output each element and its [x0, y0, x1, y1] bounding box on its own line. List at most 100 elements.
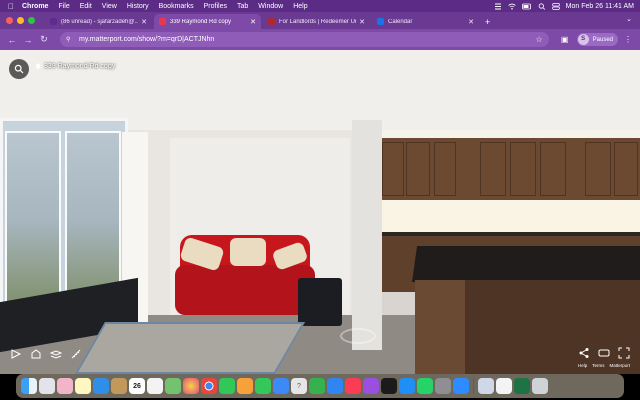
excel-icon[interactable]	[514, 378, 530, 394]
menu-bookmarks[interactable]: Bookmarks	[159, 3, 194, 10]
dollhouse-icon[interactable]	[30, 348, 42, 360]
launchpad-icon[interactable]	[39, 378, 55, 394]
icloud-icon[interactable]	[273, 378, 289, 394]
app-store-icon[interactable]	[399, 378, 415, 394]
floorplan-layers-icon[interactable]	[50, 348, 62, 360]
vr-icon[interactable]	[598, 347, 610, 359]
photos-icon[interactable]	[183, 378, 199, 394]
chrome-icon[interactable]	[201, 378, 217, 394]
menu-help[interactable]: Help	[293, 3, 307, 10]
menu-history[interactable]: History	[127, 3, 149, 10]
help-icon[interactable]: ?	[291, 378, 307, 394]
maps-icon[interactable]	[165, 378, 181, 394]
search-icon	[14, 64, 24, 74]
reload-button[interactable]: ↻	[38, 34, 50, 45]
close-tab-icon[interactable]: ✕	[359, 18, 365, 26]
messages-icon[interactable]	[255, 378, 271, 394]
tv-icon[interactable]	[381, 378, 397, 394]
area-rug	[74, 322, 306, 374]
tab-calendar[interactable]: Calendar ✕	[372, 14, 479, 29]
trash-icon[interactable]	[532, 378, 548, 394]
fullscreen-icon[interactable]	[618, 347, 630, 359]
menu-file[interactable]: File	[58, 3, 69, 10]
mp-search-button[interactable]	[9, 59, 29, 79]
reminders-icon[interactable]	[147, 378, 163, 394]
profile-button[interactable]: S Paused	[576, 33, 618, 46]
mp-footer-links: Help Terms Matterport	[578, 363, 630, 368]
tab-title: For Landlords | Redeemer Un...	[279, 18, 357, 25]
notes-doc-icon[interactable]	[496, 378, 512, 394]
keynote-icon[interactable]	[327, 378, 343, 394]
help-link[interactable]: Help	[578, 363, 587, 368]
navigation-cursor-ring[interactable]	[340, 328, 376, 344]
dock-separator	[473, 378, 474, 394]
menu-window[interactable]: Window	[258, 3, 283, 10]
matterport-viewer[interactable]: 339 Raymond Rd copy Help Terms Matterpor…	[0, 50, 640, 374]
matterport-logo-link[interactable]: Matterport	[609, 363, 630, 368]
tab-search-chevron-icon[interactable]: ⌄	[626, 15, 632, 23]
menu-edit[interactable]: Edit	[80, 3, 92, 10]
terms-link[interactable]: Terms	[592, 363, 604, 368]
forward-button[interactable]: →	[22, 35, 34, 45]
more-menu-icon[interactable]: ⋮	[622, 35, 634, 44]
safari-icon[interactable]	[93, 378, 109, 394]
space-title[interactable]: 339 Raymond Rd copy	[35, 63, 115, 70]
window-controls	[6, 12, 35, 29]
arrows-status-icon[interactable]	[494, 3, 502, 10]
close-window-button[interactable]	[6, 17, 13, 24]
back-button[interactable]: ←	[6, 35, 18, 45]
profile-avatar: S	[577, 34, 589, 45]
island-side	[415, 280, 465, 374]
zoom-icon[interactable]	[453, 378, 469, 394]
tab-landlords[interactable]: For Landlords | Redeemer Un... ✕	[263, 14, 370, 29]
new-tab-button[interactable]: +	[485, 14, 490, 29]
minimize-window-button[interactable]	[17, 17, 24, 24]
menubar-clock[interactable]: Mon Feb 26 11:41 AM	[566, 3, 634, 10]
share-icon[interactable]	[578, 347, 590, 359]
upper-cabinets	[380, 138, 640, 200]
numbers-icon[interactable]	[309, 378, 325, 394]
menu-app-name[interactable]: Chrome	[22, 3, 48, 10]
search-spotlight-icon[interactable]	[538, 2, 546, 10]
tab-gmail[interactable]: (86 unread) - sjafarzadeh@... ✕	[45, 14, 152, 29]
facetime-icon[interactable]	[219, 378, 235, 394]
macos-dock: 26 ?	[16, 374, 624, 398]
calendar-favicon-icon	[377, 18, 384, 25]
apple-menu-icon[interactable]: 	[6, 2, 16, 11]
battery-icon[interactable]	[521, 3, 532, 10]
control-center-icon[interactable]	[551, 2, 560, 10]
music-icon[interactable]	[345, 378, 361, 394]
close-tab-icon[interactable]: ✕	[250, 18, 256, 26]
pages-icon[interactable]	[237, 378, 253, 394]
mp-view-tools	[10, 348, 82, 360]
wifi-icon[interactable]	[507, 3, 516, 10]
close-tab-icon[interactable]: ✕	[468, 18, 474, 26]
zoom-window-button[interactable]	[28, 17, 35, 24]
finder-icon[interactable]	[21, 378, 37, 394]
pillow	[230, 238, 266, 266]
play-tour-icon[interactable]	[10, 348, 22, 360]
red-loveseat	[175, 265, 315, 315]
address-bar[interactable]: ⚲ my.matterport.com/show/?m=qrD|ACTJNhn …	[60, 32, 549, 47]
whatsapp-icon[interactable]	[417, 378, 433, 394]
profile-status: Paused	[592, 36, 613, 43]
preview-icon[interactable]	[478, 378, 494, 394]
system-settings-icon[interactable]	[435, 378, 451, 394]
close-tab-icon[interactable]: ✕	[141, 18, 147, 26]
menu-profiles[interactable]: Profiles	[204, 3, 227, 10]
menu-view[interactable]: View	[102, 3, 117, 10]
menu-tab[interactable]: Tab	[237, 3, 248, 10]
podcasts-icon[interactable]	[363, 378, 379, 394]
mail-icon[interactable]	[111, 378, 127, 394]
url-text[interactable]: my.matterport.com/show/?m=qrD|ACTJNhn	[79, 36, 214, 43]
calendar-icon[interactable]: 26	[129, 378, 145, 394]
photos-grid-icon[interactable]	[57, 378, 73, 394]
site-info-icon[interactable]: ⚲	[66, 36, 73, 43]
measure-icon[interactable]	[70, 348, 82, 360]
island-countertop	[412, 246, 640, 282]
side-panel-icon[interactable]: ▣	[559, 35, 571, 44]
notes-icon[interactable]	[75, 378, 91, 394]
window-pane	[5, 131, 61, 310]
tab-matterport[interactable]: 339 Raymond Rd copy ✕	[154, 14, 261, 29]
bookmark-star-icon[interactable]: ☆	[535, 35, 542, 44]
